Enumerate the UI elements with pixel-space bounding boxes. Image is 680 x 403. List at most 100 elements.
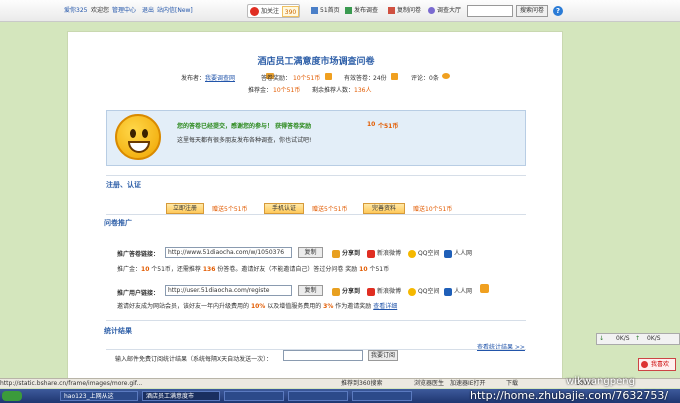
phone-verify-reward: 赠送5个51币 [312, 206, 348, 213]
remaining-label: 剩余推荐人数： [312, 87, 355, 94]
status-item-accelerator[interactable]: 加速器 [450, 379, 468, 388]
like-button[interactable]: 我喜欢 [638, 358, 676, 371]
copy-user-link-button[interactable]: 复制 [298, 285, 323, 296]
reward-unit: 个51币 [378, 123, 399, 130]
manage-center-link[interactable]: 管理中心 [112, 0, 136, 22]
watermark-name: wikwangpeng [566, 376, 635, 387]
inbox-link[interactable]: 站内信[New] [157, 0, 193, 22]
logout-link[interactable]: 退出 [142, 0, 154, 22]
remaining-value: 136人 [354, 87, 372, 94]
register-reward: 赠送5个51币 [212, 206, 248, 213]
share-icon [332, 249, 340, 258]
publish-icon [345, 7, 352, 14]
user-link-input[interactable]: http://user.51diaocha.com/registe [165, 285, 292, 296]
register-button[interactable]: 立即注册 [166, 203, 204, 214]
share-user-renren[interactable]: 人人网 [444, 286, 472, 296]
follow-count: 390 [282, 6, 299, 17]
status-item-doctor[interactable]: 浏览器医生 [414, 379, 444, 388]
referral-label: 推荐金： [248, 87, 273, 94]
copy-answerer-link-button[interactable]: 复制 [298, 247, 323, 258]
qzone-icon [408, 287, 416, 296]
phone-verify-button[interactable]: 手机认证 [264, 203, 304, 214]
follow-button[interactable]: 加关注 390 [247, 4, 300, 18]
valid-answers-value: 24份 [373, 75, 387, 82]
survey-card: 酒店员工满意度市场调查问卷 发布者： 我要调查网 答卷奖励： 10个51币 有效… [67, 31, 563, 380]
home-icon [311, 7, 318, 14]
success-notice: 您的答卷已经提交，感谢您的参与！ 获得答卷奖励 10 个51币 这里每天都有很多… [106, 110, 526, 166]
comment-icon[interactable] [442, 73, 450, 79]
answerer-link-input[interactable]: http://www.51diaocha.com/w/1050376 [165, 247, 292, 258]
share-renren[interactable]: 人人网 [444, 248, 472, 258]
download-speed: 0K/S [616, 335, 630, 342]
share-qzone[interactable]: QQ空间 [408, 248, 439, 258]
task-survey[interactable]: 酒店员工满意度市 [142, 391, 220, 401]
promote-section-title: 问卷推广 [104, 219, 132, 227]
status-item-search[interactable]: 推荐到360搜索 [341, 379, 382, 388]
answers-icon[interactable] [391, 73, 398, 80]
qzone-icon [408, 249, 416, 258]
user-desc: 邀请好友成为网站会员，该好友一年内升级费用的 10% 以及增值服务费用的 3% … [117, 303, 398, 310]
smiley-icon [115, 114, 161, 160]
nav-publish[interactable]: 发布调查 [345, 0, 378, 22]
task-hao123[interactable]: hao123_上网从这 [60, 391, 138, 401]
status-url: http://static.bshare.cn/frame/images/mor… [0, 380, 143, 387]
status-item-ie[interactable]: IE打开 [468, 379, 486, 388]
hall-icon [428, 7, 435, 14]
invite-message: 这里每天都有很多朋友发布各种调查，你也试试吧! [177, 137, 312, 144]
publisher-label: 发布者： [181, 75, 206, 82]
task-5[interactable] [352, 391, 412, 401]
share-answerer[interactable]: 分享到 [332, 248, 360, 258]
help-icon[interactable]: ? [553, 6, 563, 16]
heart-icon [641, 361, 648, 368]
coin-icon [325, 73, 332, 80]
stats-section-title: 统计结果 [104, 327, 132, 335]
search-input[interactable] [467, 5, 513, 17]
comments-label: 评论： [411, 75, 430, 82]
referral-value: 10个51币 [273, 87, 301, 94]
task-3[interactable] [224, 391, 284, 401]
nav-home[interactable]: 51首页 [311, 0, 340, 22]
speed-widget[interactable]: ↓ 0K/S ↑ 0K/S [596, 333, 680, 345]
weibo-icon [367, 287, 375, 296]
more-share-icon[interactable] [480, 284, 489, 293]
task-4[interactable] [288, 391, 348, 401]
nav-hall[interactable]: 调查大厅 [428, 0, 461, 22]
user-link-label: 推广用户链接： [117, 290, 160, 297]
renren-icon [444, 287, 452, 296]
nav-copy[interactable]: 复制问卷 [388, 0, 421, 22]
username-link[interactable]: 爱你325 [64, 0, 87, 22]
weibo-icon [367, 249, 375, 258]
publisher-link[interactable]: 我要调查网 [205, 73, 235, 82]
welcome-text: 欢迎您 [91, 7, 110, 14]
renren-icon [444, 249, 452, 258]
reward-amount: 10 [367, 121, 376, 128]
share-user[interactable]: 分享到 [332, 286, 360, 296]
share-user-weibo[interactable]: 新浪微博 [367, 286, 401, 296]
answerer-link-label: 推广答卷链接： [117, 251, 160, 258]
register-section-title: 注册、认证 [106, 181, 141, 189]
subscribe-label: 输入邮件免费订阅统计结果（系统每隔X天自动发送一次）： [115, 356, 273, 363]
share-weibo[interactable]: 新浪微博 [367, 248, 401, 258]
search-button[interactable]: 搜索问卷 [516, 5, 548, 17]
view-details-link[interactable]: 查看详细 [373, 303, 397, 310]
watermark-url: http://home.zhubajie.com/7632753/ [470, 389, 669, 402]
subscribe-button[interactable]: 我要订阅 [368, 350, 398, 361]
answerer-desc: 推广金：10 个51币，还需推荐 136 份答卷。邀请好友（不能邀请自己）答过分… [117, 266, 390, 273]
valid-answers-label: 有效答卷： [344, 75, 375, 82]
status-item-download[interactable]: 下载 [506, 379, 518, 388]
weibo-icon [250, 7, 259, 16]
copy-icon [388, 7, 395, 14]
upload-speed: 0K/S [647, 335, 661, 342]
down-arrow-icon: ↓ [599, 335, 605, 342]
start-button[interactable] [2, 391, 22, 401]
share-icon [332, 287, 340, 296]
email-input[interactable] [283, 350, 363, 361]
success-message: 您的答卷已经提交，感谢您的参与！ 获得答卷奖励 [177, 123, 312, 130]
page-title: 酒店员工满意度市场调查问卷 [257, 57, 375, 67]
share-user-qzone[interactable]: QQ空间 [408, 286, 439, 296]
comments-value: 0条 [429, 75, 439, 82]
complete-profile-reward: 赠送10个51币 [413, 206, 453, 213]
reward-value: 10个51币 [293, 75, 321, 82]
up-arrow-icon: ↑ [635, 335, 641, 342]
complete-profile-button[interactable]: 完善资料 [363, 203, 405, 214]
